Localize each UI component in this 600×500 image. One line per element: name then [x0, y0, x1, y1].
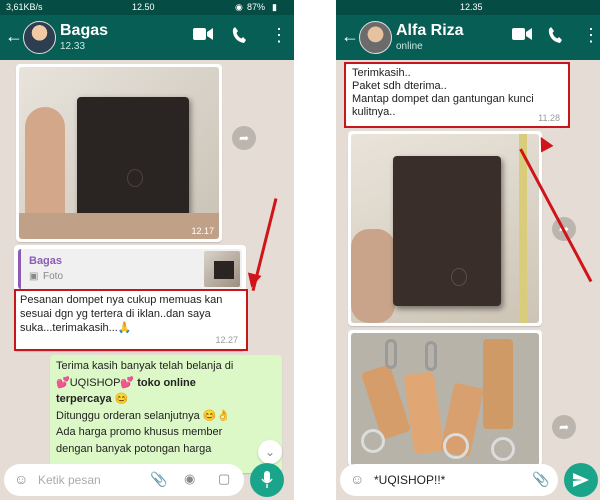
sticker-icon[interactable]: ▢ — [218, 471, 230, 487]
right-chat-screen: 12.35 ← Alfa Riza online ⋮ Terimkasih.. … — [336, 0, 600, 500]
message-composer: ☺ Ketik pesan 📎 ◉ ▢ — [0, 460, 294, 500]
chat-header: ← Bagas 12.33 ⋮ — [0, 15, 294, 60]
outgoing-line: Terima kasih banyak telah belanja di — [56, 360, 234, 372]
message-input[interactable]: Ketik pesan — [38, 473, 101, 487]
status-clock: 12.35 — [460, 2, 483, 12]
contact-name[interactable]: Bagas — [60, 22, 108, 40]
camera-icon[interactable]: ◉ — [184, 471, 195, 487]
avatar[interactable] — [359, 21, 392, 54]
annotation-arrowhead — [244, 272, 262, 290]
photo-message[interactable]: 12.17 — [16, 64, 222, 242]
battery-text: 87% — [247, 2, 266, 12]
emoji-icon[interactable]: ☺ — [14, 471, 28, 487]
contact-name[interactable]: Alfa Riza — [396, 22, 464, 40]
highlight-box — [14, 289, 248, 351]
outgoing-line: Ditunggu orderan selanjutnya 😊👌 — [56, 409, 231, 422]
message-input-box[interactable]: ☺ *UQISHOP!!* 📎 — [340, 464, 558, 496]
wallet-photo[interactable] — [351, 134, 539, 323]
back-arrow-icon[interactable]: ← — [5, 26, 23, 47]
message-composer: ☺ *UQISHOP!!* 📎 — [336, 460, 600, 500]
highlight-box — [344, 62, 570, 128]
microphone-button[interactable] — [250, 463, 284, 497]
status-bar: 12.35 — [336, 0, 600, 15]
outgoing-line: terpercaya 😊 — [56, 393, 129, 405]
hand-shape — [351, 229, 395, 323]
quoted-thumbnail — [204, 251, 240, 287]
quoted-author: Bagas — [29, 255, 63, 267]
forward-icon[interactable]: ➦ — [552, 415, 576, 439]
wallet-shape — [393, 156, 501, 306]
photo-time: 12.17 — [191, 226, 214, 236]
network-speed: 3,61KB/s — [6, 2, 43, 12]
message-input[interactable]: *UQISHOP!!* — [374, 473, 445, 487]
chat-header: ← Alfa Riza online ⋮ — [336, 15, 600, 60]
wallet-shape — [77, 97, 189, 227]
quoted-type: Foto — [43, 271, 64, 282]
more-options-icon[interactable]: ⋮ — [270, 25, 288, 46]
shop-name: 💕UQISHOP💕 — [56, 376, 135, 389]
photo-message[interactable] — [348, 330, 542, 466]
photo-message[interactable] — [348, 131, 542, 326]
video-call-icon[interactable] — [193, 27, 213, 46]
video-call-icon[interactable] — [512, 27, 532, 46]
send-button[interactable] — [564, 463, 598, 497]
attach-icon[interactable]: 📎 — [150, 471, 167, 488]
avatar[interactable] — [23, 21, 56, 54]
last-seen: 12.33 — [60, 41, 86, 52]
outgoing-line: 💕UQISHOP💕 toko online — [56, 375, 276, 392]
back-arrow-icon[interactable]: ← — [341, 26, 359, 47]
phone-call-icon[interactable] — [548, 27, 562, 48]
emoji-icon[interactable]: ☺ — [350, 471, 364, 487]
attach-icon[interactable]: 📎 — [532, 471, 549, 488]
status-clock: 12.50 — [132, 2, 155, 12]
wifi-icon: ◉ — [235, 2, 243, 12]
left-chat-screen: 3,61KB/s 12.50 ◉ 87% ▮ ← Bagas 12.33 ⋮ 1… — [0, 0, 294, 500]
shop-tagline: toko online — [137, 376, 196, 389]
message-input-box[interactable]: ☺ Ketik pesan 📎 ◉ ▢ — [4, 464, 244, 496]
quoted-photo-icon: ▣ — [29, 271, 39, 282]
forward-icon[interactable]: ➦ — [232, 126, 256, 150]
status-bar: 3,61KB/s 12.50 ◉ 87% ▮ — [0, 0, 294, 15]
battery-icon: ▮ — [272, 2, 277, 12]
outgoing-line: dengan banyak potongan harga — [56, 442, 212, 455]
keychain-photo[interactable] — [351, 333, 539, 466]
wallet-photo[interactable] — [19, 67, 219, 239]
phone-call-icon[interactable] — [232, 27, 246, 48]
outgoing-line: Ada harga promo khusus member — [56, 426, 223, 438]
presence-status: online — [396, 41, 423, 52]
quoted-message[interactable]: Bagas ▣ Foto — [18, 249, 242, 289]
more-options-icon[interactable]: ⋮ — [582, 25, 600, 46]
outgoing-message[interactable]: Terima kasih banyak telah belanja di 💕UQ… — [50, 355, 282, 473]
